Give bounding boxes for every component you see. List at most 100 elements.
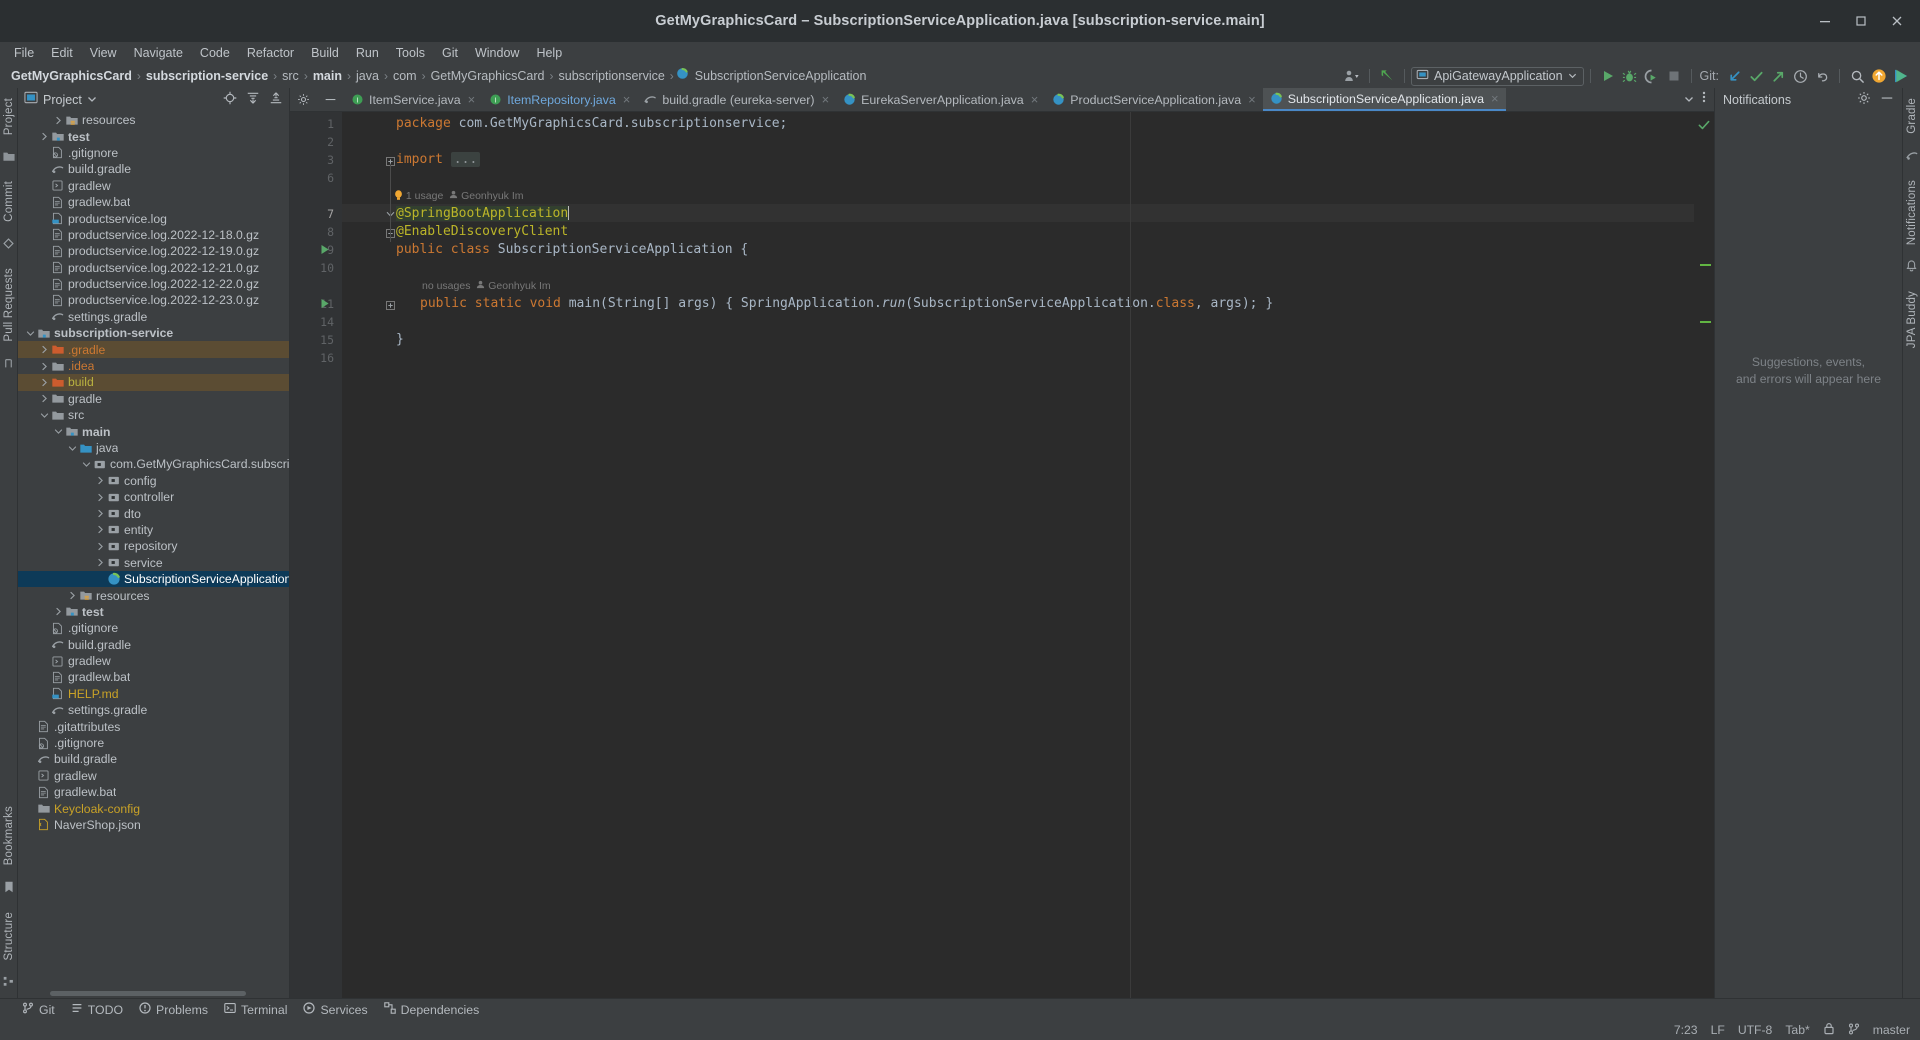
git-push-icon[interactable] <box>1767 65 1789 87</box>
editor-code-area[interactable]: package com.GetMyGraphicsCard.subscripti… <box>342 112 1694 998</box>
run-configuration-selector[interactable]: ApiGatewayApplication <box>1411 67 1584 86</box>
tree-item[interactable]: HELP.md <box>18 686 289 702</box>
editor-tab[interactable]: EurekaServerApplication.java× <box>836 88 1045 111</box>
minimize-icon[interactable] <box>1808 4 1842 38</box>
tree-item[interactable]: repository <box>18 538 289 554</box>
profiler-icon[interactable] <box>1341 65 1363 87</box>
breadcrumb-item-7[interactable]: subscriptionservice <box>556 69 668 83</box>
tree-item[interactable]: productservice.log.2022-12-19.0.gz <box>18 243 289 259</box>
bookmarks-icon[interactable] <box>4 880 14 898</box>
breadcrumb-item-1[interactable]: subscription-service <box>143 69 271 83</box>
indent-setting[interactable]: Tab* <box>1785 1023 1809 1037</box>
debug-icon[interactable] <box>1619 65 1641 87</box>
rail-structure[interactable]: Structure <box>3 908 15 964</box>
rail-gradle[interactable]: Gradle <box>1906 94 1918 138</box>
breadcrumb-item-0[interactable]: GetMyGraphicsCard <box>8 69 135 83</box>
update-project-icon[interactable] <box>1376 65 1398 87</box>
git-commit-icon[interactable] <box>1745 65 1767 87</box>
editor-tab[interactable]: ProductServiceApplication.java× <box>1045 88 1262 111</box>
notifications-icon[interactable] <box>1906 259 1917 277</box>
chevron-down-icon[interactable] <box>1684 91 1694 109</box>
menu-view[interactable]: View <box>82 43 125 63</box>
menu-git[interactable]: Git <box>434 43 466 63</box>
tree-item[interactable]: resources <box>18 587 289 603</box>
chevron-right-icon[interactable] <box>52 116 64 125</box>
rail-jpa-buddy[interactable]: JPA Buddy <box>1906 287 1918 352</box>
tree-item[interactable]: gradlew <box>18 653 289 669</box>
tree-item[interactable]: src <box>18 407 289 423</box>
close-tab-icon[interactable]: × <box>468 92 476 107</box>
tree-item[interactable]: productservice.log.2022-12-22.0.gz <box>18 276 289 292</box>
tree-item[interactable]: subscription-service <box>18 325 289 341</box>
menu-tools[interactable]: Tools <box>388 43 433 63</box>
tree-item[interactable]: settings.gradle <box>18 309 289 325</box>
tool-window-button[interactable]: Services <box>303 1002 367 1017</box>
tree-item[interactable]: build.gradle <box>18 637 289 653</box>
tree-item[interactable]: build.gradle <box>18 161 289 177</box>
chevron-right-icon[interactable] <box>66 591 78 600</box>
file-encoding[interactable]: UTF-8 <box>1738 1023 1773 1037</box>
rail-notifications[interactable]: Notifications <box>1906 176 1918 249</box>
tree-item[interactable]: .gitignore <box>18 145 289 161</box>
editor-tab[interactable]: SubscriptionServiceApplication.java× <box>1263 88 1506 111</box>
tree-item[interactable]: settings.gradle <box>18 702 289 718</box>
inlay-hint[interactable]: no usages Geonhyuk Im <box>422 280 551 292</box>
git-branch-label[interactable]: master <box>1873 1023 1910 1037</box>
run-gutter-icon[interactable] <box>320 244 330 258</box>
gear-icon[interactable] <box>1857 91 1871 110</box>
tree-item[interactable]: java <box>18 440 289 456</box>
tree-item[interactable]: .gitignore <box>18 620 289 636</box>
tree-item[interactable]: gradlew <box>18 178 289 194</box>
tree-item[interactable]: build <box>18 374 289 390</box>
tree-item[interactable]: build.gradle <box>18 751 289 767</box>
tree-item[interactable]: main <box>18 423 289 439</box>
git-update-icon[interactable] <box>1723 65 1745 87</box>
tree-item[interactable]: NaverShop.json <box>18 817 289 833</box>
tree-item[interactable]: controller <box>18 489 289 505</box>
close-tab-icon[interactable]: × <box>1491 91 1499 106</box>
tree-item[interactable]: gradlew.bat <box>18 194 289 210</box>
breadcrumb-item-8[interactable]: SubscriptionServiceApplication <box>692 69 870 83</box>
close-tab-icon[interactable]: × <box>822 92 830 107</box>
chevron-right-icon[interactable] <box>94 476 106 485</box>
tree-item[interactable]: dto <box>18 505 289 521</box>
chevron-right-icon[interactable] <box>94 509 106 518</box>
gradle-icon[interactable] <box>1906 148 1918 166</box>
tree-item[interactable]: productservice.log <box>18 210 289 226</box>
editor-tab-bar[interactable]: IItemService.java×IItemRepository.java×b… <box>290 88 1714 112</box>
editor-tab[interactable]: build.gradle (eureka-server)× <box>637 88 836 111</box>
chevron-right-icon[interactable] <box>38 394 50 403</box>
line-separator[interactable]: LF <box>1711 1023 1725 1037</box>
tree-item[interactable]: productservice.log.2022-12-23.0.gz <box>18 292 289 308</box>
menu-help[interactable]: Help <box>528 43 570 63</box>
tree-item[interactable]: test <box>18 128 289 144</box>
tree-item[interactable]: gradlew <box>18 768 289 784</box>
menu-navigate[interactable]: Navigate <box>126 43 191 63</box>
menu-window[interactable]: Window <box>467 43 527 63</box>
expand-all-icon[interactable] <box>246 91 260 110</box>
menu-run[interactable]: Run <box>348 43 387 63</box>
tree-item[interactable]: .gitignore <box>18 735 289 751</box>
editor-gutter[interactable]: 12367891011141516 <box>290 112 342 998</box>
chevron-right-icon[interactable] <box>38 362 50 371</box>
select-opened-file-icon[interactable] <box>223 91 237 110</box>
collapse-all-icon[interactable] <box>269 91 283 110</box>
breadcrumb-item-2[interactable]: src <box>279 69 302 83</box>
rollback-icon[interactable] <box>1811 65 1833 87</box>
tab-settings-icon[interactable] <box>290 88 317 111</box>
tree-item[interactable]: SubscriptionServiceApplication <box>18 571 289 587</box>
tree-item[interactable]: .gitattributes <box>18 718 289 734</box>
hide-icon[interactable] <box>1880 91 1894 110</box>
inspection-ok-icon[interactable] <box>1698 118 1710 136</box>
menu-code[interactable]: Code <box>192 43 238 63</box>
code-editor[interactable]: 12367891011141516 package com.GetMyGraph… <box>290 112 1714 998</box>
inlay-hint[interactable]: 1 usage Geonhyuk Im <box>394 190 524 204</box>
lock-icon[interactable] <box>1823 1022 1835 1038</box>
chevron-down-icon[interactable] <box>80 460 92 469</box>
fold-expand-icon[interactable] <box>386 299 395 314</box>
chevron-down-icon[interactable] <box>52 427 64 436</box>
commit-icon[interactable] <box>3 236 14 254</box>
maximize-icon[interactable] <box>1844 4 1878 38</box>
rail-commit[interactable]: Commit <box>3 177 15 226</box>
pull-requests-icon[interactable] <box>3 356 14 374</box>
